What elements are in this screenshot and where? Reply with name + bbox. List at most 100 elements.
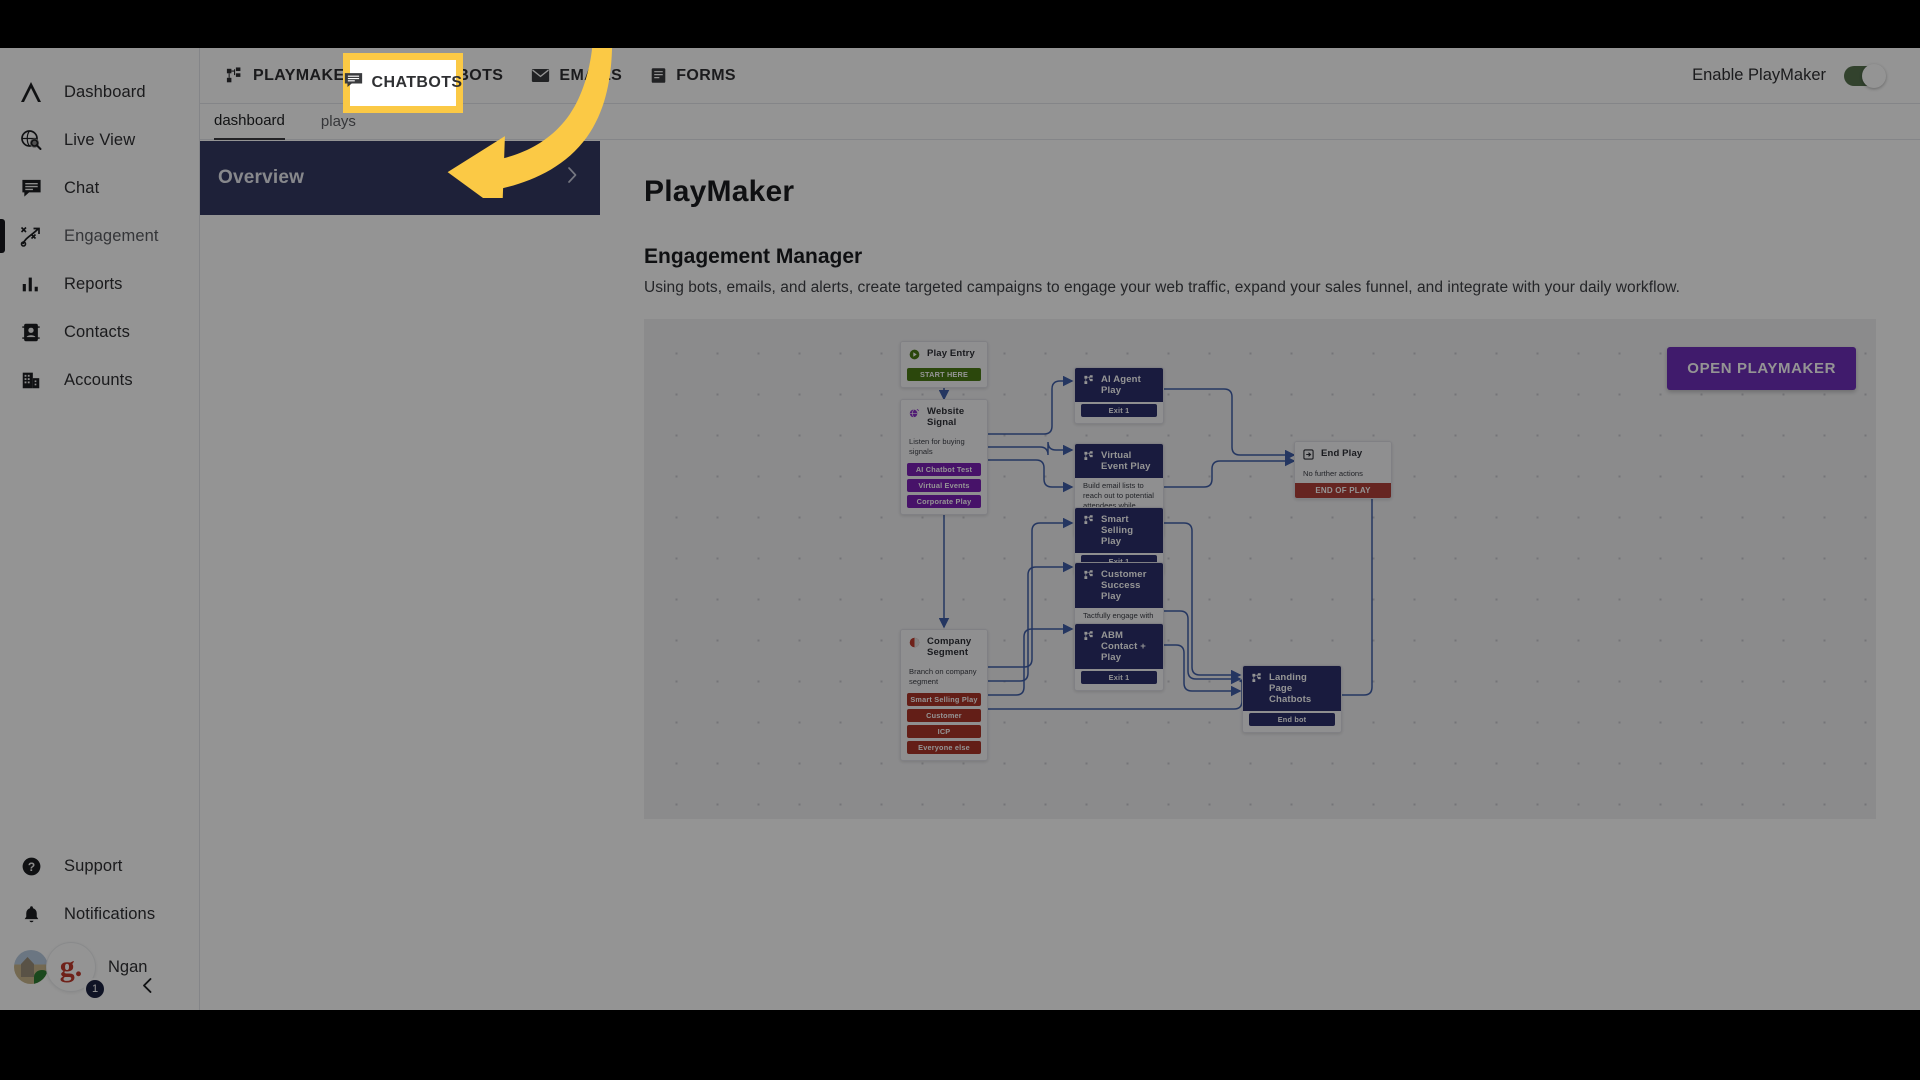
play-circle-icon xyxy=(909,349,920,360)
node-header: Customer Success Play xyxy=(1075,563,1163,608)
topbar-right: Enable PlayMaker xyxy=(1692,63,1920,88)
sidebar-item-live-view[interactable]: Live View xyxy=(0,116,199,164)
overview-column: Overview xyxy=(200,141,600,1010)
letterbox-top xyxy=(0,0,1920,48)
flow-node-abm-contact-play[interactable]: ABM Contact + Play Exit 1 xyxy=(1074,623,1164,691)
node-pill-end-of-play[interactable]: END OF PLAY xyxy=(1295,482,1391,498)
sidebar-item-support[interactable]: ? Support xyxy=(0,842,200,890)
playmaker-icon xyxy=(1083,570,1094,581)
node-title: Play Entry xyxy=(927,348,975,359)
node-pill[interactable]: End bot xyxy=(1249,713,1335,726)
node-title: Customer Success Play xyxy=(1101,569,1147,602)
sidebar-item-label: Dashboard xyxy=(64,82,146,101)
node-title: Smart Selling Play xyxy=(1101,514,1134,547)
flow-node-company-segment[interactable]: Company Segment Branch on company segmen… xyxy=(900,629,988,762)
sidebar-nav: Dashboard Live View Chat Engagement Repo… xyxy=(0,48,199,404)
screen-root: Dashboard Live View Chat Engagement Repo… xyxy=(0,0,1920,1080)
node-header: End Play xyxy=(1295,442,1391,466)
sidebar-item-label: Engagement xyxy=(64,226,159,245)
form-icon xyxy=(650,67,667,84)
segment-icon xyxy=(909,637,920,648)
sidebar-item-label: Support xyxy=(64,856,123,875)
enable-playmaker-toggle[interactable] xyxy=(1844,63,1886,88)
tab-forms[interactable]: FORMS xyxy=(636,48,750,104)
playbook-icon xyxy=(14,221,48,251)
tab-label: PLAYMAKER xyxy=(253,66,357,84)
building-icon xyxy=(14,365,48,395)
node-pills: AI Chatbot Test Virtual Events Corporate… xyxy=(901,461,987,514)
flow-node-play-entry[interactable]: Play Entry START HERE xyxy=(900,341,988,388)
sidebar-item-chat[interactable]: Chat xyxy=(0,164,199,212)
node-title: Website Signal xyxy=(927,406,965,428)
playmaker-icon xyxy=(1251,673,1262,684)
avatar xyxy=(14,950,48,984)
node-pill[interactable]: ICP xyxy=(907,725,981,739)
node-header: ABM Contact + Play xyxy=(1075,624,1163,669)
node-pill[interactable]: Corporate Play xyxy=(907,495,981,509)
node-title: Virtual Event Play xyxy=(1101,450,1151,472)
node-title: Company Segment xyxy=(927,636,972,658)
playmaker-flow-canvas[interactable]: OPEN PLAYMAKER Play Entry START HERE Web… xyxy=(644,319,1876,819)
node-pill[interactable]: START HERE xyxy=(907,367,981,381)
sidebar-item-contacts[interactable]: Contacts xyxy=(0,308,199,356)
section-description: Using bots, emails, and alerts, create t… xyxy=(644,279,1680,296)
sidebar-item-label: Live View xyxy=(64,130,136,149)
node-header: Website Signal xyxy=(901,400,987,434)
app-viewport: Dashboard Live View Chat Engagement Repo… xyxy=(0,48,1920,1010)
node-title: ABM Contact + Play xyxy=(1101,630,1146,663)
playmaker-icon xyxy=(1083,451,1094,462)
playmaker-icon xyxy=(1083,631,1094,642)
sidebar-item-dashboard[interactable]: Dashboard xyxy=(0,68,199,116)
node-pill[interactable]: Exit 1 xyxy=(1081,404,1157,417)
globe-signal-icon xyxy=(909,407,920,418)
question-circle-icon: ? xyxy=(14,851,48,881)
globe-search-icon xyxy=(14,125,48,155)
open-playmaker-button[interactable]: OPEN PLAYMAKER xyxy=(1667,347,1856,390)
sidebar-item-label: Reports xyxy=(64,274,123,293)
playmaker-icon xyxy=(226,66,244,85)
node-header: Virtual Event Play xyxy=(1075,444,1163,478)
overview-card[interactable]: Overview xyxy=(200,141,600,215)
chat-bubble-icon xyxy=(344,72,363,94)
node-pill[interactable]: Smart Selling Play xyxy=(907,693,981,707)
sidebar-item-engagement[interactable]: Engagement xyxy=(0,212,199,260)
page-title: PlayMaker xyxy=(644,175,795,208)
envelope-icon xyxy=(531,68,550,83)
node-pill[interactable]: Customer xyxy=(907,709,981,723)
node-title: AI Agent Play xyxy=(1101,374,1141,396)
main-content: PlayMaker Engagement Manager Using bots,… xyxy=(600,141,1920,1010)
bar-chart-icon xyxy=(14,269,48,299)
node-pills: Smart Selling Play Customer ICP Everyone… xyxy=(901,691,987,760)
contact-card-icon xyxy=(14,317,48,347)
node-pill[interactable]: AI Chatbot Test xyxy=(907,463,981,477)
sidebar-item-label: Notifications xyxy=(64,904,156,923)
peak-logo-icon xyxy=(14,77,48,107)
highlight-box-chatbots[interactable]: CHATBOTS xyxy=(343,53,463,113)
sidebar-item-label: Chat xyxy=(64,178,100,197)
flow-node-landing-page-chatbots[interactable]: Landing Page Chatbots End bot xyxy=(1242,665,1342,733)
profile-row[interactable]: g. 1 Ngan xyxy=(0,938,200,1000)
flow-node-ai-agent-play[interactable]: AI Agent Play Exit 1 xyxy=(1074,367,1164,424)
flow-node-website-signal[interactable]: Website Signal Listen for buying signals… xyxy=(900,399,988,516)
node-title: Landing Page Chatbots xyxy=(1269,672,1312,705)
chat-bubble-icon xyxy=(14,173,48,203)
node-header: Smart Selling Play xyxy=(1075,508,1163,553)
node-pill[interactable]: Virtual Events xyxy=(907,479,981,493)
sidebar-item-reports[interactable]: Reports xyxy=(0,260,199,308)
node-pill[interactable]: Everyone else xyxy=(907,741,981,755)
node-title: End Play xyxy=(1321,448,1363,459)
tab-emails[interactable]: EMAILS xyxy=(517,48,636,104)
subnav-item-dashboard[interactable]: dashboard xyxy=(214,104,285,140)
sidebar-bottom: ? Support Notifications g. 1 Ngan xyxy=(0,842,200,1010)
flow-node-end-play[interactable]: End Play No further actions END OF PLAY xyxy=(1294,441,1392,499)
chevron-left-icon[interactable] xyxy=(136,974,158,996)
node-subtitle: No further actions xyxy=(1303,468,1363,478)
highlight-label: CHATBOTS xyxy=(371,74,463,91)
top-tabs: PLAYMAKER CHATBOTS EMAILS xyxy=(200,48,750,104)
sidebar-item-accounts[interactable]: Accounts xyxy=(0,356,199,404)
playmaker-icon xyxy=(1083,515,1094,526)
notification-count-badge[interactable]: 1 xyxy=(84,978,106,1000)
sidebar-item-notifications[interactable]: Notifications xyxy=(0,890,200,938)
svg-text:?: ? xyxy=(27,859,34,873)
node-pill[interactable]: Exit 1 xyxy=(1081,671,1157,684)
